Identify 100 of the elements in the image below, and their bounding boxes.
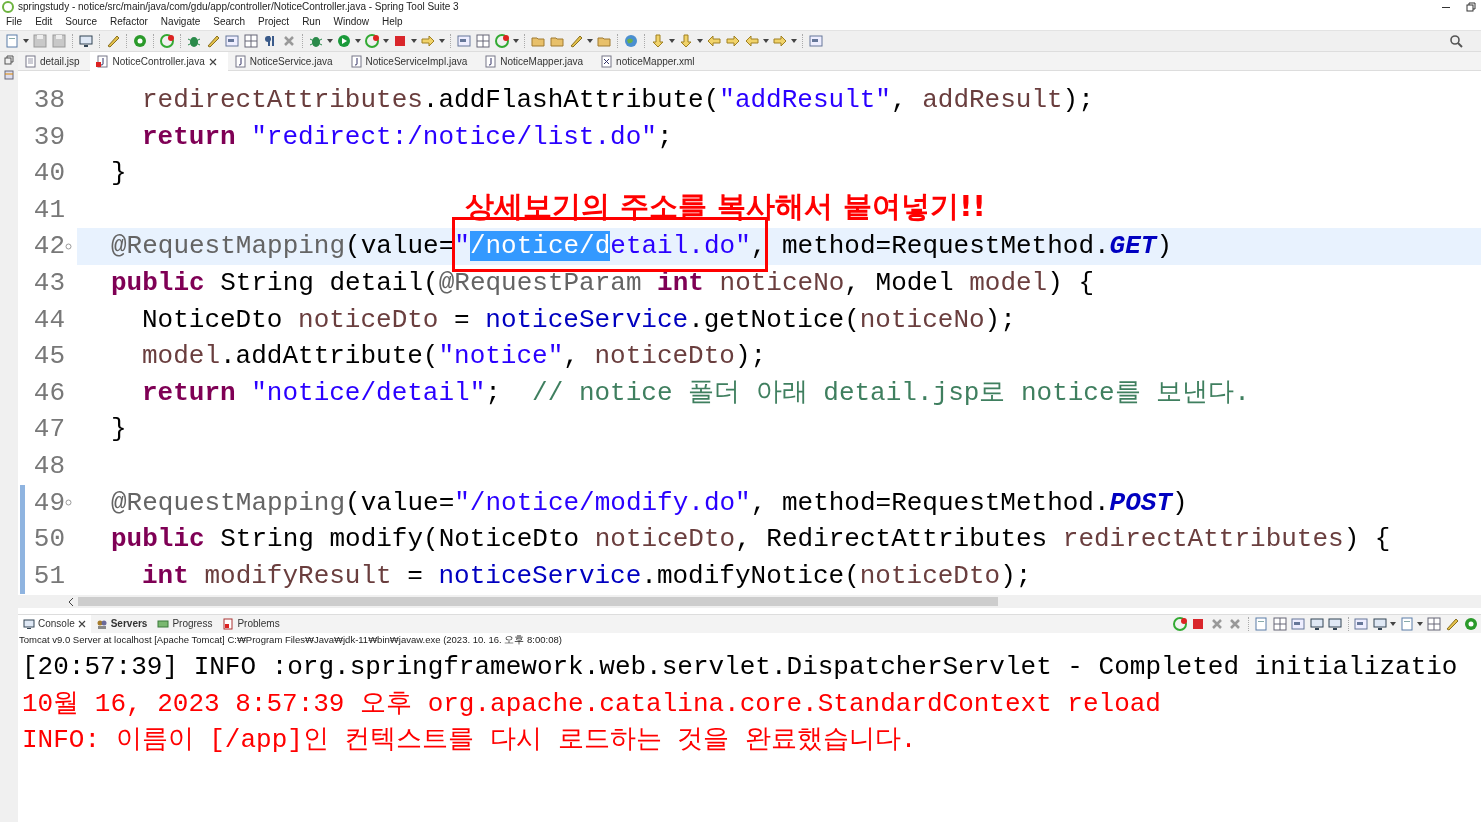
view-tab[interactable]: Console — [18, 615, 91, 633]
caret-icon[interactable] — [791, 39, 797, 43]
forward-icon[interactable] — [725, 33, 741, 49]
globe-icon[interactable] — [623, 33, 639, 49]
line-number: 51 — [32, 559, 65, 593]
refresh-icon[interactable] — [364, 33, 380, 49]
editor-tab[interactable]: NoticeMapper.java — [478, 52, 595, 71]
menu-item[interactable]: Help — [382, 13, 403, 30]
grid-icon[interactable] — [243, 33, 259, 49]
code-line: public String detail(@RequestParam int noticeNo, Model model) { — [110, 266, 1095, 300]
java-file-icon — [233, 55, 246, 68]
line-number: 41 — [32, 193, 65, 227]
code-line: @RequestMapping(value="/notice/modify.do", method=RequestMethod.POST) — [110, 486, 1189, 520]
caret-icon[interactable] — [1417, 622, 1423, 626]
refresh-icon[interactable] — [159, 33, 175, 49]
line-number: 43 — [32, 266, 65, 300]
pencil-icon[interactable] — [1444, 616, 1460, 632]
java-file-icon — [349, 55, 362, 68]
power-icon[interactable] — [1462, 616, 1479, 632]
caret-icon[interactable] — [587, 39, 593, 43]
line-number: 45 — [32, 340, 65, 374]
window-icon[interactable] — [808, 33, 824, 49]
console-line: INFO: 이름이 [/app]인 컨텍스트를 다시 로드하는 것을 완료했습니다. — [22, 724, 918, 758]
caret-icon[interactable] — [383, 39, 389, 43]
code-line: } — [110, 413, 128, 447]
caret-icon[interactable] — [513, 39, 519, 43]
search-icon[interactable] — [1449, 34, 1463, 48]
xml-file-icon — [600, 55, 613, 68]
monitor-icon[interactable] — [1327, 616, 1343, 632]
window-icon[interactable] — [1290, 616, 1306, 632]
menu-item[interactable]: Edit — [35, 13, 53, 30]
line-number: 39 — [32, 120, 65, 154]
refresh-icon[interactable] — [1171, 616, 1188, 632]
menu-item[interactable]: Refactor — [110, 13, 148, 30]
line-number: 50 — [32, 523, 65, 557]
close-icon[interactable] — [208, 57, 217, 66]
power-icon[interactable] — [132, 33, 148, 49]
caret-icon[interactable] — [1390, 622, 1396, 626]
monitor-icon[interactable] — [1308, 616, 1325, 632]
caret-icon[interactable] — [669, 39, 675, 43]
code-line: NoticeDto noticeDto = noticeService.getNotice(noticeNo); — [141, 303, 1017, 337]
caret-icon[interactable] — [763, 39, 769, 43]
run-icon[interactable] — [336, 33, 352, 49]
scroll-left-icon[interactable] — [68, 597, 74, 606]
java-file-icon — [484, 55, 497, 68]
window-icon[interactable] — [456, 33, 472, 49]
console-line: 10월 16, 2023 8:57:39 오후 org.apache.catalina.core.StandardContext reload — [22, 687, 1162, 721]
stop-icon[interactable] — [1190, 616, 1206, 632]
view-tab[interactable]: Problems — [217, 615, 285, 633]
caret-icon[interactable] — [439, 39, 445, 43]
grid-icon[interactable] — [1271, 616, 1288, 632]
code-line: } — [110, 157, 128, 191]
grid-icon[interactable] — [475, 33, 491, 49]
stop-icon[interactable] — [392, 33, 408, 49]
caret-icon[interactable] — [327, 39, 333, 43]
panel-icon[interactable] — [4, 69, 14, 80]
menu-item[interactable]: Run — [302, 13, 321, 30]
line-number: 49 — [32, 486, 65, 520]
editor-tab[interactable]: NoticeServiceImpl.java — [343, 52, 479, 71]
code-line: redirectAttributes.addFlashAttribute("addResult", addResult); — [141, 84, 1095, 117]
menu-item[interactable]: Project — [258, 13, 290, 30]
restore-icon[interactable] — [1466, 1, 1476, 12]
menu-item[interactable]: Source — [65, 13, 98, 30]
close-icon[interactable] — [77, 620, 86, 628]
line-number: 40 — [32, 157, 65, 191]
refresh-icon[interactable] — [494, 33, 510, 49]
editor-tab[interactable]: detail.jsp — [18, 52, 91, 71]
caret-icon[interactable] — [411, 39, 417, 43]
line-number: 42 — [32, 230, 65, 264]
menu-item[interactable]: Window — [333, 13, 370, 30]
fold-icon[interactable] — [65, 499, 72, 507]
monitor-icon[interactable] — [78, 33, 94, 49]
new-file-icon[interactable] — [1253, 616, 1269, 632]
caret-icon[interactable] — [23, 39, 29, 43]
monitor-icon[interactable] — [1371, 616, 1388, 632]
code-line: return "notice/detail"; // notice 폴더 아래 detail.jsp로 notice를 보낸다. — [141, 376, 1251, 410]
caret-icon[interactable] — [355, 39, 361, 43]
view-tab[interactable]: Servers — [90, 615, 153, 633]
caret-icon[interactable] — [697, 39, 703, 43]
line-number: 46 — [32, 376, 65, 410]
pencil-icon[interactable] — [205, 33, 221, 49]
editor-tab[interactable]: NoticeController.java — [90, 52, 228, 71]
console-icon — [23, 618, 35, 630]
menu-item[interactable]: File — [6, 13, 23, 30]
code-line: return "redirect:/notice/list.do"; — [141, 120, 674, 154]
view-tab[interactable]: Progress — [152, 615, 218, 633]
fold-icon[interactable] — [65, 243, 72, 251]
editor-tab[interactable]: NoticeService.java — [227, 52, 344, 71]
restore-icon[interactable] — [4, 54, 14, 65]
scrollbar-thumb[interactable] — [78, 597, 998, 606]
menu-item[interactable]: Search — [213, 13, 245, 30]
pencil-icon[interactable] — [568, 33, 584, 49]
editor-tab[interactable]: noticeMapper.xml — [594, 52, 706, 71]
window-icon[interactable] — [224, 33, 240, 49]
window-icon[interactable] — [1353, 616, 1369, 632]
pencil-icon[interactable] — [105, 33, 121, 49]
problems-icon — [222, 618, 235, 630]
line-number: 47 — [32, 413, 65, 447]
menu-item[interactable]: Navigate — [160, 13, 201, 30]
line-number: 44 — [32, 303, 65, 337]
